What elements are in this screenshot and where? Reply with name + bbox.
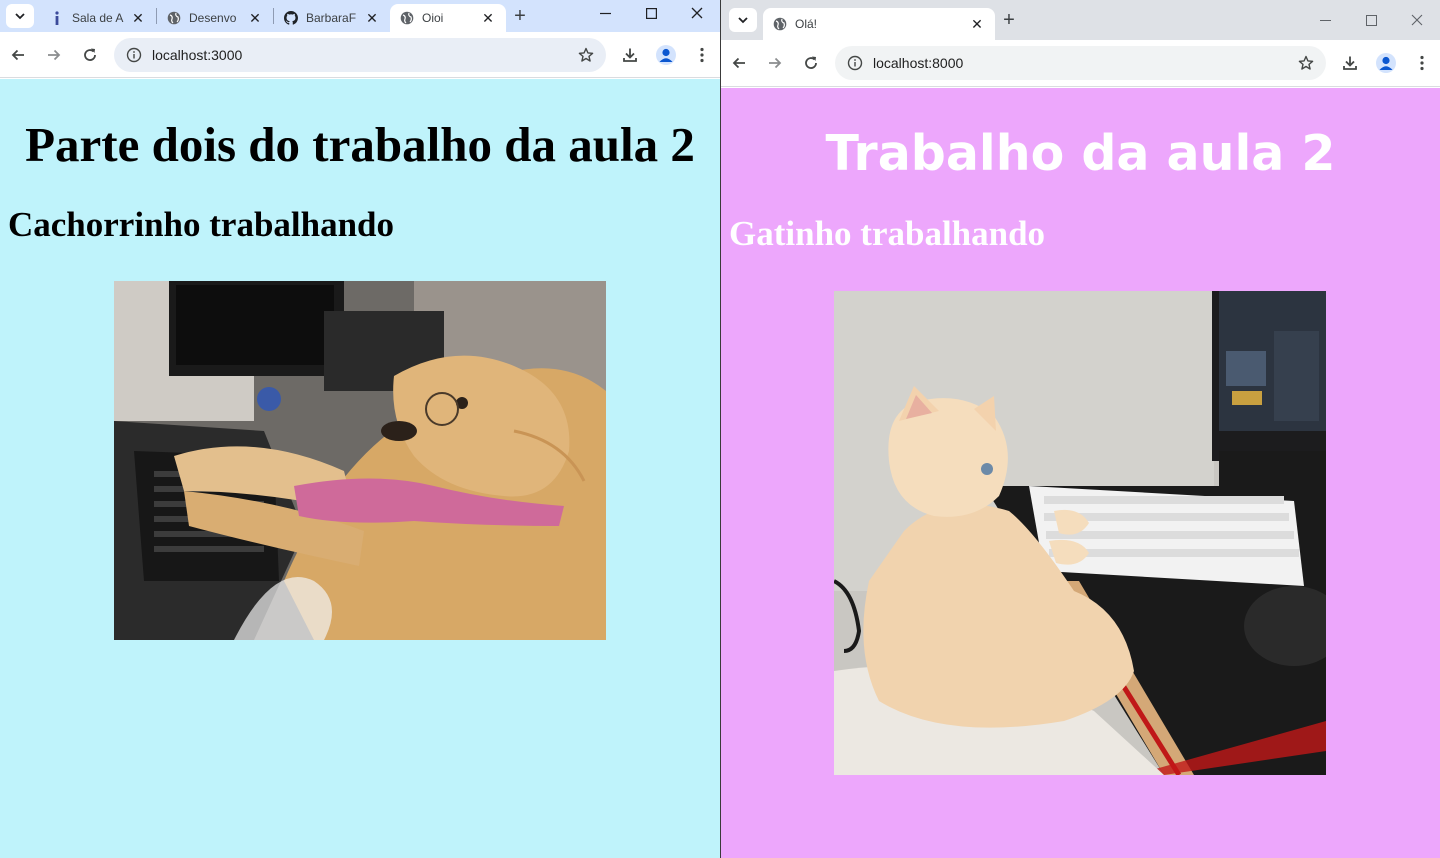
close-icon[interactable]: ✕ [480,10,496,26]
new-tab-button[interactable]: + [995,6,1023,34]
url-text: localhost:8000 [873,55,964,71]
desktop-screen: Sala de A ✕ Desenvo ✕ BarbaraF ✕ Oioi ✕ … [0,0,1440,858]
page-subheading: Cachorrinho trabalhando [8,205,395,244]
tab-title: Desenvo [189,11,237,25]
maximize-button[interactable] [1348,0,1394,40]
avatar-icon [656,44,676,65]
profile-button[interactable] [1368,45,1404,81]
downloads-button[interactable] [1332,45,1368,81]
tab-strip: Olá! ✕ + [721,0,1440,40]
tab-ola[interactable]: Olá! ✕ [763,8,995,40]
tab-strip: Sala de A ✕ Desenvo ✕ BarbaraF ✕ Oioi ✕ … [0,0,720,32]
back-button[interactable] [721,45,757,81]
cat-working-image [834,291,1326,775]
globe-icon [773,17,787,31]
minimize-button[interactable] [1302,0,1348,40]
close-icon[interactable]: ✕ [247,10,263,26]
downloads-button[interactable] [612,37,648,73]
forward-button[interactable] [36,37,72,73]
github-icon [284,11,298,25]
arrow-right-icon [769,57,782,69]
close-window-button[interactable] [674,0,720,26]
close-icon[interactable]: ✕ [364,10,380,26]
page-heading: Trabalho da aula 2 [825,125,1336,182]
page-content: Parte dois do trabalho da aula 2 Cachorr… [0,79,720,858]
new-tab-button[interactable]: + [506,2,534,30]
window-controls [1302,0,1440,40]
right-browser-window: Olá! ✕ + localhost:8000 Trabalho da aula… [721,0,1440,858]
reload-button[interactable] [72,37,108,73]
info-icon [50,11,64,25]
tab-title: BarbaraF [306,11,357,25]
address-bar[interactable]: localhost:8000 [835,46,1326,80]
left-browser-window: Sala de A ✕ Desenvo ✕ BarbaraF ✕ Oioi ✕ … [0,0,720,858]
kebab-menu-icon [700,47,704,62]
bookmark-star-icon[interactable] [1292,49,1320,77]
forward-button[interactable] [757,45,793,81]
browser-toolbar: localhost:8000 [721,40,1440,87]
reload-button[interactable] [793,45,829,81]
back-button[interactable] [0,37,36,73]
address-bar[interactable]: localhost:3000 [114,37,606,72]
arrow-left-icon [732,57,745,69]
minimize-button[interactable] [582,0,628,26]
tab-title: Oioi [422,11,444,25]
bookmark-star-icon[interactable] [572,41,600,69]
reload-icon [805,56,817,69]
tab-sala-de-aula[interactable]: Sala de A ✕ [40,4,156,32]
page-content: Trabalho da aula 2 Gatinho trabalhando [721,88,1440,858]
reload-icon [84,48,96,61]
browser-toolbar: localhost:3000 [0,32,720,78]
close-icon[interactable]: ✕ [130,10,146,26]
page-heading: Parte dois do trabalho da aula 2 [25,117,695,172]
tab-search-button[interactable] [729,8,757,32]
arrow-right-icon [48,49,61,60]
site-info-icon[interactable] [845,53,865,73]
menu-button[interactable] [684,37,720,73]
globe-icon [167,11,181,25]
chevron-down-icon [15,13,25,20]
tab-desenvolvimento[interactable]: Desenvo ✕ [157,4,273,32]
page-subheading: Gatinho trabalhando [729,214,1046,253]
kebab-menu-icon [1420,55,1424,71]
maximize-button[interactable] [628,0,674,26]
window-controls [582,0,720,26]
tab-github[interactable]: BarbaraF ✕ [274,4,390,32]
url-text: localhost:3000 [152,46,243,63]
download-icon [1343,56,1357,70]
tab-oioi[interactable]: Oioi ✕ [390,4,506,32]
profile-button[interactable] [648,37,684,73]
site-info-icon[interactable] [124,45,144,65]
close-icon[interactable]: ✕ [969,16,985,32]
globe-icon [400,11,414,25]
menu-button[interactable] [1404,45,1440,81]
avatar-icon [1376,53,1396,73]
tab-search-button[interactable] [6,4,34,28]
arrow-left-icon [11,49,24,60]
dog-working-image [114,281,606,640]
download-icon [623,48,637,62]
tab-title: Sala de A [72,11,124,25]
close-window-button[interactable] [1394,0,1440,40]
tab-title: Olá! [795,17,818,31]
chevron-down-icon [738,17,748,24]
